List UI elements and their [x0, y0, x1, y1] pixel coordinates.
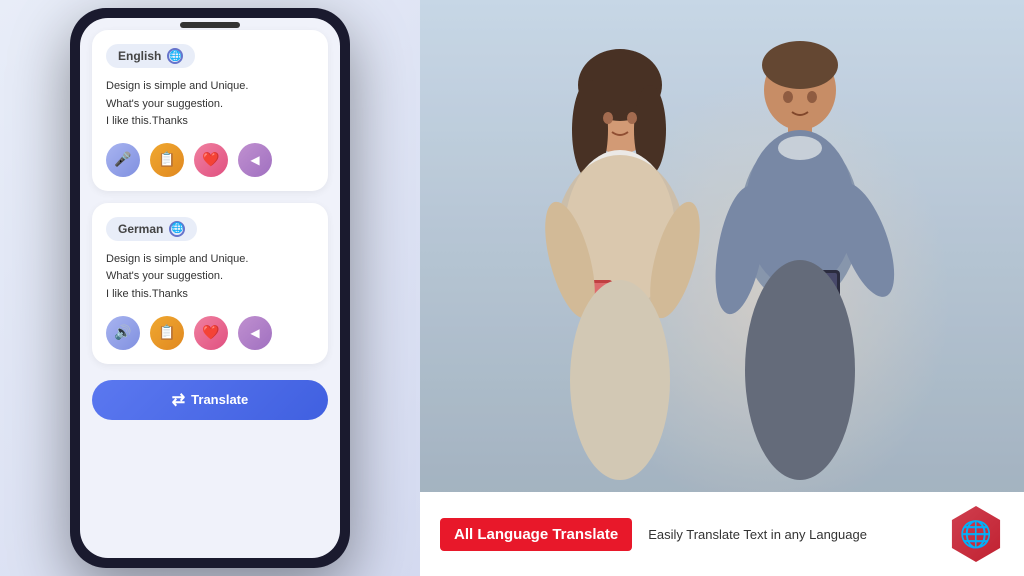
speaker-icon: 🔊	[114, 324, 131, 341]
right-panel: All Language Translate Easily Translate …	[420, 0, 1024, 576]
target-action-buttons: 🔊 📋 ❤️ ◀	[106, 316, 314, 350]
heart-icon-2: ❤️	[202, 324, 219, 341]
source-language-label: English	[118, 49, 161, 63]
heart-button-target[interactable]: ❤️	[194, 316, 228, 350]
source-card: English 🌐 Design is simple and Unique. W…	[92, 30, 328, 191]
copy-icon: 📋	[158, 151, 175, 168]
target-globe-icon: 🌐	[169, 221, 185, 237]
translate-icon: ⇄	[172, 390, 185, 410]
globe-badge-symbol: 🌐	[960, 519, 992, 550]
source-text: Design is simple and Unique. What's your…	[106, 78, 314, 131]
heart-button-source[interactable]: ❤️	[194, 143, 228, 177]
source-lang-selector[interactable]: English 🌐	[106, 44, 314, 68]
share-icon-2: ◀	[250, 326, 259, 340]
mic-button[interactable]: 🎤	[106, 143, 140, 177]
globe-badge-icon: 🌐	[948, 506, 1004, 562]
share-button-target[interactable]: ◀	[238, 316, 272, 350]
heart-icon: ❤️	[202, 151, 219, 168]
source-language-pill[interactable]: English 🌐	[106, 44, 195, 68]
phone-notch	[180, 22, 240, 28]
speaker-button[interactable]: 🔊	[106, 316, 140, 350]
target-text: Design is simple and Unique. What's your…	[106, 251, 314, 304]
translate-button[interactable]: ⇄ Translate	[92, 380, 328, 420]
target-language-pill[interactable]: German 🌐	[106, 217, 197, 241]
banner-subtitle: Easily Translate Text in any Language	[648, 527, 867, 542]
source-globe-icon: 🌐	[167, 48, 183, 64]
target-card: German 🌐 Design is simple and Unique. Wh…	[92, 203, 328, 364]
copy-button-source[interactable]: 📋	[150, 143, 184, 177]
photo-background	[420, 0, 1024, 576]
copy-button-target[interactable]: 📋	[150, 316, 184, 350]
left-panel: English 🌐 Design is simple and Unique. W…	[0, 0, 420, 576]
phone-screen: English 🌐 Design is simple and Unique. W…	[80, 18, 340, 558]
source-action-buttons: 🎤 📋 ❤️ ◀	[106, 143, 314, 177]
copy-icon-2: 📋	[158, 324, 175, 341]
share-icon: ◀	[250, 153, 259, 167]
phone-mockup: English 🌐 Design is simple and Unique. W…	[70, 8, 350, 568]
share-button-source[interactable]: ◀	[238, 143, 272, 177]
target-lang-selector[interactable]: German 🌐	[106, 217, 314, 241]
banner-title: All Language Translate	[440, 518, 632, 551]
mic-icon: 🎤	[114, 151, 131, 168]
target-language-label: German	[118, 222, 163, 236]
bottom-banner: All Language Translate Easily Translate …	[420, 492, 1024, 576]
translate-label: Translate	[191, 392, 248, 407]
people-illustration	[420, 0, 1024, 496]
